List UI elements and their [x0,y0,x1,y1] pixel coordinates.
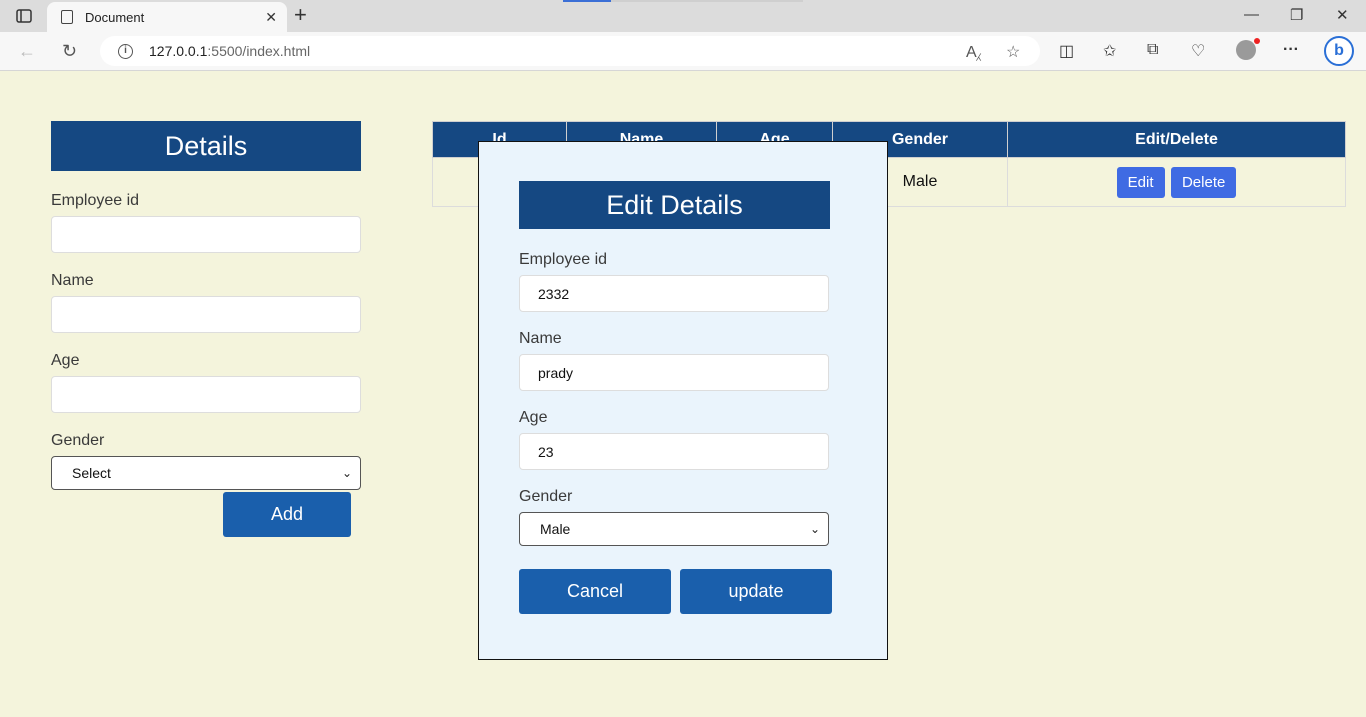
bing-icon[interactable]: b [1324,36,1354,66]
close-icon[interactable]: ✕ [265,9,277,26]
column-header-actions: Edit/Delete [1007,121,1346,158]
window-close-icon[interactable]: ✕ [1336,6,1349,24]
gender-select[interactable]: Select ⌄ [51,456,361,490]
restore-icon[interactable]: ❐ [1290,6,1303,24]
more-icon[interactable]: ··· [1283,41,1299,59]
tab-strip: Document ✕ + — ❐ ✕ [0,0,1366,32]
favorites-icon[interactable]: ✩ [1103,41,1116,61]
sidebar-icon[interactable] [10,6,38,26]
form-title: Details [51,121,361,171]
performance-icon[interactable]: ♡ [1191,41,1205,61]
minimize-icon[interactable]: — [1244,6,1259,23]
modal-name-input[interactable]: prady [519,354,829,391]
url-path: :5500/index.html [207,43,311,59]
gender-select-value: Select [72,465,111,481]
details-form: Details Employee id Name Age Gender Sele… [51,121,361,537]
profile-icon[interactable] [1236,38,1260,60]
modal-title: Edit Details [519,181,830,229]
modal-gender-select-value: Male [540,521,571,537]
plus-icon[interactable]: + [294,4,307,26]
browser-tab[interactable]: Document ✕ [47,2,287,32]
edit-button[interactable]: Edit [1116,166,1165,198]
cancel-button[interactable]: Cancel [519,569,671,614]
modal-age-label: Age [519,409,548,426]
document-icon [61,10,73,24]
age-label: Age [51,352,80,369]
refresh-icon[interactable]: ↻ [62,41,77,62]
name-label: Name [51,272,94,289]
chevron-down-icon: ⌄ [341,466,352,480]
gender-label: Gender [51,432,105,449]
browser-toolbar: ← ↻ i 127.0.0.1:5500/index.html A⁁ ☆ ◫ ✩… [0,32,1366,71]
name-input[interactable] [51,296,361,333]
address-bar[interactable]: i 127.0.0.1:5500/index.html A⁁ ☆ [100,36,1040,66]
modal-employee-id-input[interactable]: 2332 [519,275,829,312]
age-input[interactable] [51,376,361,413]
modal-gender-select[interactable]: Male ⌄ [519,512,829,546]
star-icon[interactable]: ☆ [1006,42,1020,62]
back-icon[interactable]: ← [18,41,36,62]
edit-form: Edit Details Employee id 2332 Name prady… [519,181,830,546]
info-icon[interactable]: i [118,43,133,59]
edit-modal: Edit Details Employee id 2332 Name prady… [478,141,888,660]
cell-actions: Edit Delete [1007,157,1346,207]
delete-button[interactable]: Delete [1170,166,1237,198]
split-screen-icon[interactable]: ◫ [1059,41,1074,61]
modal-actions: Cancel update [519,569,832,614]
modal-gender-label: Gender [519,488,573,505]
chevron-down-icon: ⌄ [809,522,820,536]
add-button[interactable]: Add [223,492,351,537]
employee-id-label: Employee id [51,192,140,209]
loading-strip [563,0,803,2]
read-aloud-icon[interactable]: A⁁ [966,42,981,62]
collections-icon[interactable]: ⧉ [1147,41,1158,59]
update-button[interactable]: update [680,569,832,614]
modal-name-label: Name [519,330,562,347]
tab-title: Document [85,9,145,25]
modal-age-input[interactable]: 23 [519,433,829,470]
url-host: 127.0.0.1 [149,43,208,59]
employee-id-input[interactable] [51,216,361,253]
modal-employee-id-label: Employee id [519,251,608,268]
